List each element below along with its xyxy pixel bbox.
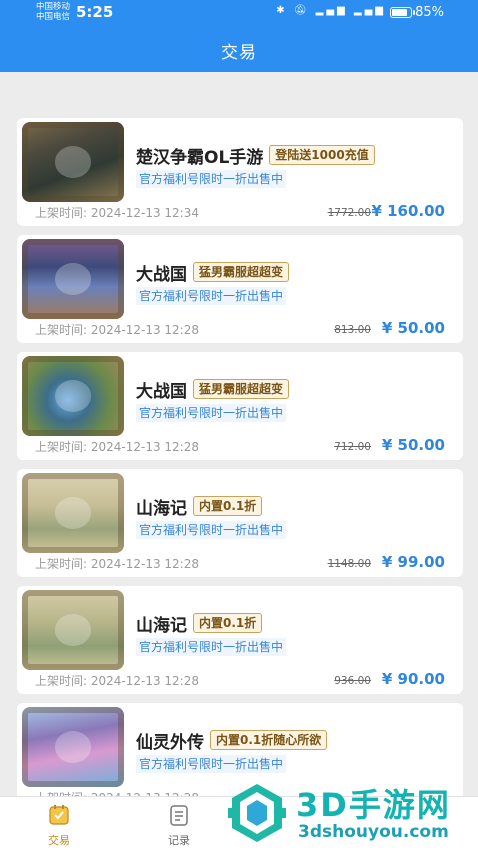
battery-level xyxy=(392,9,408,16)
listed-time: 上架时间: 2024-12-13 12:28 xyxy=(35,323,199,337)
listing-list: 楚汉争霸OL手游 登陆送1000充值 官方福利号限时一折出售中 上架时间: 2024-… xyxy=(17,118,463,820)
game-thumbnail xyxy=(22,122,124,202)
watermark-title: 3D手游网 xyxy=(296,786,451,824)
official-welfare-tag: 官方福利号限时一折出售中 xyxy=(136,521,287,539)
tab-trade[interactable]: 交易 xyxy=(29,803,89,848)
sale-price: ¥ 90.00 xyxy=(381,670,445,688)
game-name: 仙灵外传 xyxy=(136,732,204,753)
app-header: 中国移动 中国电信 5:25 ✱ 🔕︎ ▂▄▆ ▂▄▆ 85% 交易 xyxy=(0,0,478,72)
name-row: 仙灵外传 内置0.1折随心所欲 xyxy=(136,729,328,753)
thumbnail-art xyxy=(54,497,92,529)
promo-tag: 内置0.1折随心所欲 xyxy=(210,730,328,750)
promo-tag: 内置0.1折 xyxy=(193,613,263,633)
tab-record-label: 记录 xyxy=(168,834,190,847)
official-welfare-tag: 官方福利号限时一折出售中 xyxy=(136,755,287,773)
promo-tag: 猛男霸服超超变 xyxy=(193,262,290,282)
sale-price: ¥ 99.00 xyxy=(381,553,445,571)
sale-price: ¥ 50.00 xyxy=(381,436,445,454)
signal-4g-icon: ▂▄▆ xyxy=(315,5,348,16)
thumbnail-art xyxy=(54,146,92,178)
original-price: 1148.00 xyxy=(327,558,371,570)
watermark-logo-icon xyxy=(228,784,286,842)
watermark-url: 3dshouyou.com xyxy=(298,822,449,842)
sale-price: ¥ 160.00 xyxy=(371,202,445,220)
name-row: 楚汉争霸OL手游 登陆送1000充值 xyxy=(136,144,375,168)
tab-record[interactable]: 记录 xyxy=(149,803,209,848)
carrier-info: 中国移动 中国电信 xyxy=(36,2,70,22)
original-price: 1772.00 xyxy=(327,207,371,219)
listed-time: 上架时间: 2024-12-13 12:28 xyxy=(35,557,199,571)
listing-card[interactable]: 大战国 猛男霸服超超变官方福利号限时一折出售中上架时间: 2024-12-13 1… xyxy=(17,235,463,343)
carrier-1: 中国移动 xyxy=(36,2,71,12)
game-thumbnail xyxy=(22,473,124,553)
mute-icon: 🔕︎ xyxy=(293,5,310,16)
listed-time: 上架时间: 2024-12-13 12:28 xyxy=(35,440,199,454)
status-icons: ✱ 🔕︎ ▂▄▆ ▂▄▆ xyxy=(276,5,386,16)
page-title: 交易 xyxy=(221,43,257,63)
status-bar: 中国移动 中国电信 5:25 ✱ 🔕︎ ▂▄▆ ▂▄▆ 85% xyxy=(0,0,478,26)
original-price: 813.00 xyxy=(334,324,371,336)
name-row: 山海记 内置0.1折 xyxy=(136,495,263,519)
thumbnail-art xyxy=(54,263,92,295)
game-thumbnail xyxy=(22,590,124,670)
game-name: 楚汉争霸OL手游 xyxy=(136,147,264,168)
official-welfare-tag: 官方福利号限时一折出售中 xyxy=(136,638,287,656)
record-icon xyxy=(170,805,188,826)
official-welfare-tag: 官方福利号限时一折出售中 xyxy=(136,404,287,422)
official-welfare-tag: 官方福利号限时一折出售中 xyxy=(136,287,287,305)
carrier-2: 中国电信 xyxy=(36,12,71,22)
listing-card[interactable]: 楚汉争霸OL手游 登陆送1000充值官方福利号限时一折出售中上架时间: 2024-… xyxy=(17,118,463,226)
game-thumbnail xyxy=(22,707,124,787)
game-thumbnail xyxy=(22,239,124,319)
clock: 5:25 xyxy=(76,3,114,21)
battery-percent: 85% xyxy=(415,5,444,20)
listing-card[interactable]: 山海记 内置0.1折官方福利号限时一折出售中上架时间: 2024-12-13 12… xyxy=(17,469,463,577)
game-name: 山海记 xyxy=(136,498,187,519)
name-row: 大战国 猛男霸服超超变 xyxy=(136,378,290,402)
name-row: 山海记 内置0.1折 xyxy=(136,612,263,636)
listed-time: 上架时间: 2024-12-13 12:34 xyxy=(35,206,199,220)
promo-tag: 登陆送1000充值 xyxy=(269,145,375,165)
bluetooth-icon: ✱ xyxy=(276,5,288,16)
name-row: 大战国 猛男霸服超超变 xyxy=(136,261,290,285)
thumbnail-art xyxy=(54,380,92,412)
tab-trade-label: 交易 xyxy=(48,834,70,847)
listing-card[interactable]: 大战国 猛男霸服超超变官方福利号限时一折出售中上架时间: 2024-12-13 1… xyxy=(17,352,463,460)
listed-time: 上架时间: 2024-12-13 12:28 xyxy=(35,674,199,688)
sale-price: ¥ 50.00 xyxy=(381,319,445,337)
trade-icon xyxy=(49,805,69,825)
site-watermark: 3D手游网 3dshouyou.com xyxy=(222,776,478,850)
battery-icon xyxy=(390,7,415,18)
original-price: 712.00 xyxy=(334,441,371,453)
game-thumbnail xyxy=(22,356,124,436)
official-welfare-tag: 官方福利号限时一折出售中 xyxy=(136,170,287,188)
promo-tag: 内置0.1折 xyxy=(193,496,263,516)
game-name: 大战国 xyxy=(136,381,187,402)
thumbnail-art xyxy=(54,731,92,763)
game-name: 大战国 xyxy=(136,264,187,285)
promo-tag: 猛男霸服超超变 xyxy=(193,379,290,399)
original-price: 936.00 xyxy=(334,675,371,687)
signal-5g-icon: ▂▄▆ xyxy=(353,5,386,16)
thumbnail-art xyxy=(54,614,92,646)
game-name: 山海记 xyxy=(136,615,187,636)
listing-card[interactable]: 山海记 内置0.1折官方福利号限时一折出售中上架时间: 2024-12-13 12… xyxy=(17,586,463,694)
